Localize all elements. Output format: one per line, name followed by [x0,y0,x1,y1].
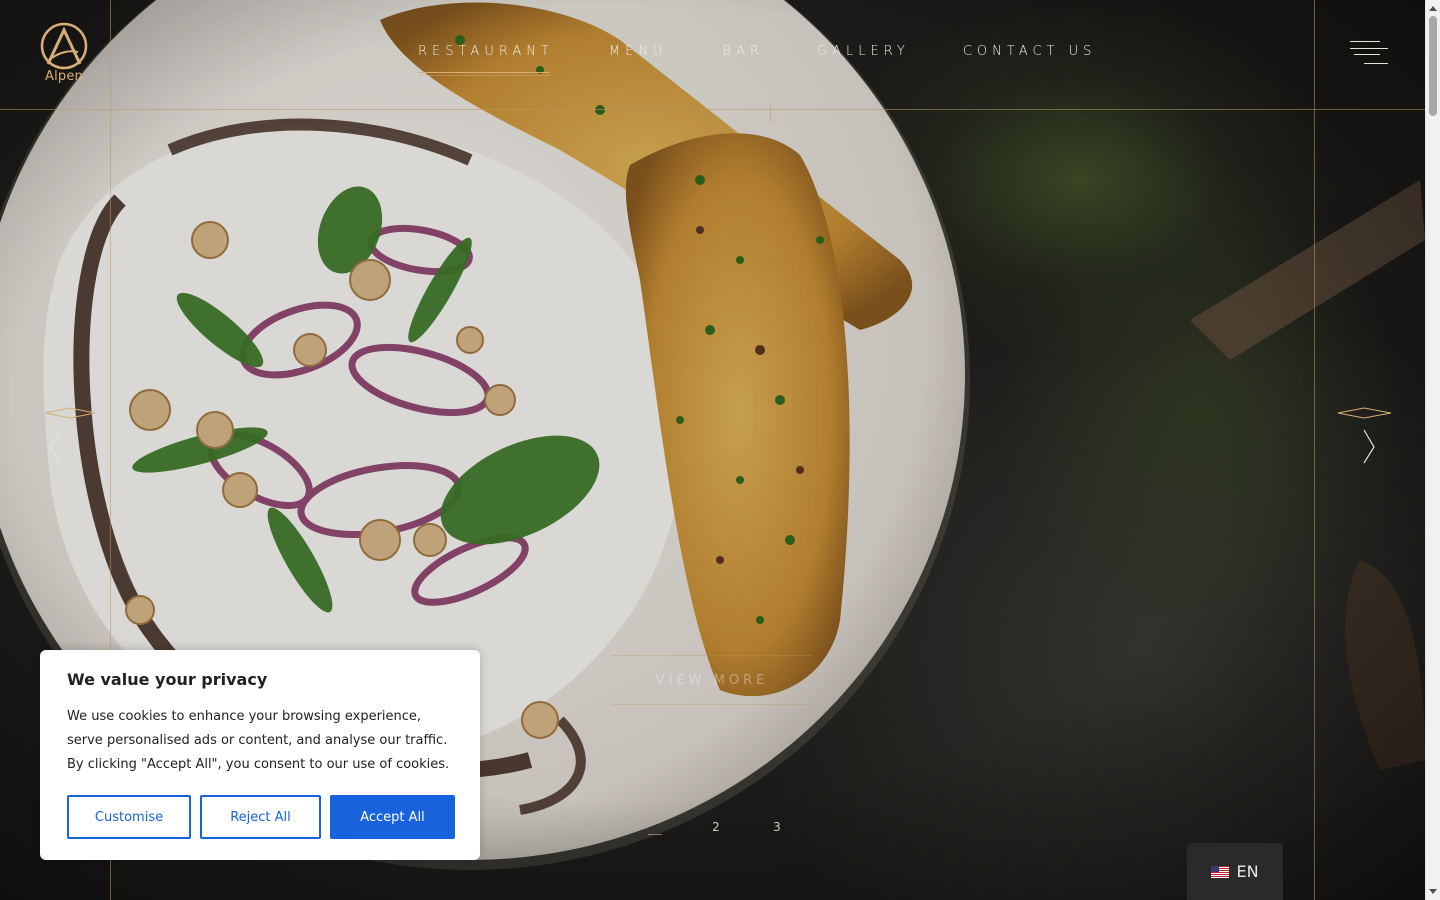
pager-item-1[interactable]: 1 [648,808,662,835]
scroll-down-arrow-icon[interactable] [1429,889,1437,894]
alpen-logo-icon [40,22,88,70]
main-navigation: RESTAURANT MENU BAR GALLERY CONTACT US [418,44,1097,76]
nav-item-contact-us[interactable]: CONTACT US [963,44,1097,64]
cookie-title: We value your privacy [67,670,268,689]
pager-item-2[interactable]: 2 [709,820,723,834]
nav-item-menu[interactable]: MENU [609,44,668,64]
frame-line-right [1314,0,1315,900]
pager-item-3[interactable]: 3 [770,820,784,834]
page-scrollbar[interactable] [1425,0,1440,900]
slider-prev-button[interactable] [40,405,100,475]
scroll-thumb[interactable] [1429,16,1437,116]
accept-all-button[interactable]: Accept All [330,795,455,839]
cookie-consent-banner: We value your privacy We use cookies to … [40,650,480,860]
nav-item-restaurant[interactable]: RESTAURANT [418,44,554,76]
chevron-left-icon [44,407,96,464]
customise-button[interactable]: Customise [67,795,191,839]
cookie-actions: Customise Reject All Accept All [67,795,455,839]
nav-item-bar[interactable]: BAR [723,44,764,64]
language-label: EN [1236,862,1259,881]
hamburger-menu-icon[interactable] [1350,41,1388,69]
chevron-right-icon [1337,407,1392,464]
frame-line-top [0,109,1425,110]
language-switcher[interactable]: EN [1187,843,1283,900]
scroll-up-arrow-icon[interactable] [1429,6,1437,11]
slider-next-button[interactable] [1336,405,1396,475]
nav-item-gallery[interactable]: GALLERY [817,44,910,64]
view-more-button[interactable]: VIEW MORE [612,655,812,705]
reject-all-button[interactable]: Reject All [200,795,321,839]
us-flag-icon [1211,865,1230,878]
logo-text: Alpen [45,69,83,84]
cookie-body: We use cookies to enhance your browsing … [67,709,450,772]
slider-pagination: 1 2 3 [648,808,784,835]
frame-line-center-tick [770,104,771,122]
brand-logo[interactable]: Alpen [30,22,98,88]
